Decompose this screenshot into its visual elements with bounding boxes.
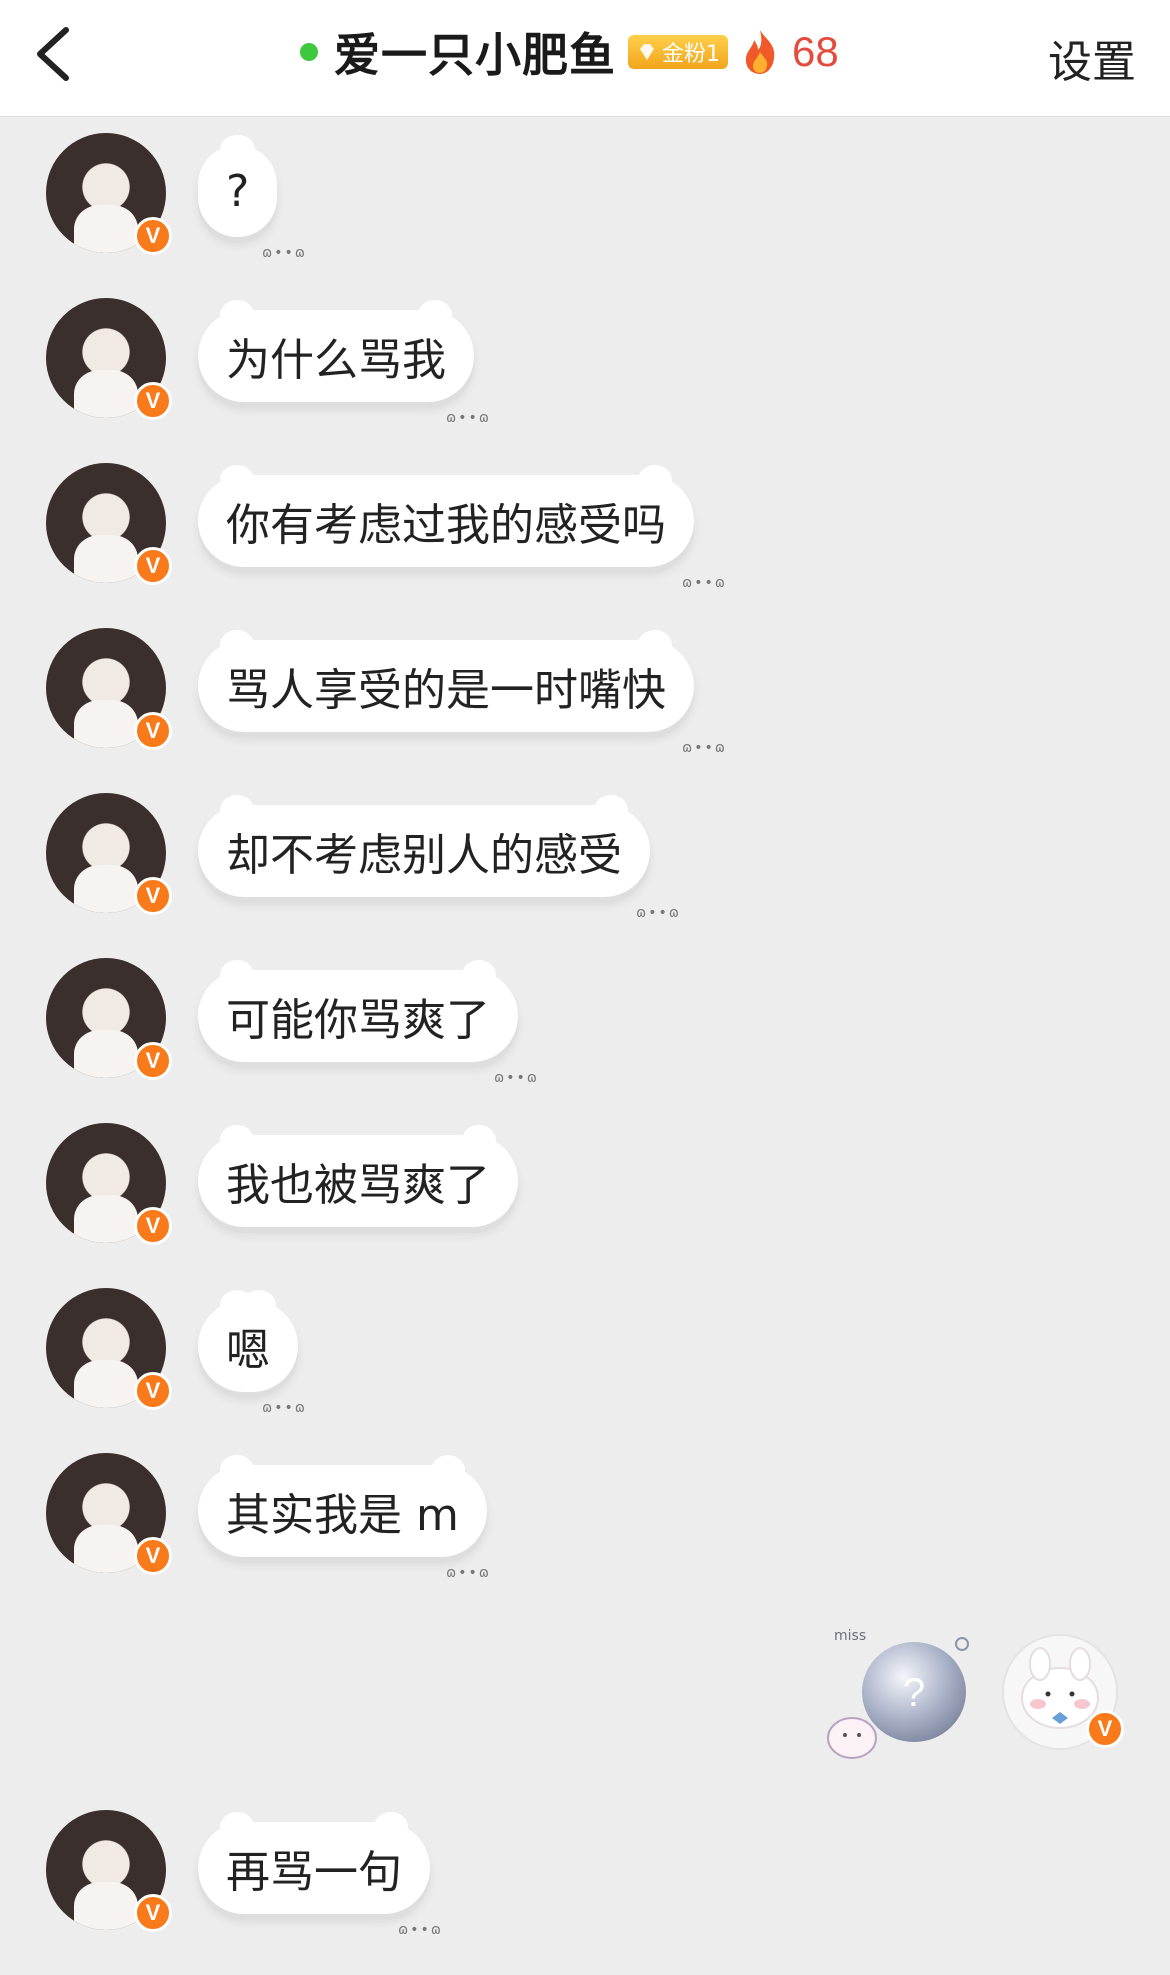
- verified-badge-icon: V: [134, 1894, 172, 1932]
- verified-badge-icon: V: [1086, 1710, 1124, 1748]
- verified-badge-icon: V: [134, 1207, 172, 1245]
- bubble-deco-icon: ɷ••ɷ: [262, 1400, 307, 1416]
- bubble-deco-icon: ɷ••ɷ: [446, 410, 491, 426]
- avatar[interactable]: V: [46, 133, 172, 255]
- back-arrow-icon[interactable]: [30, 22, 80, 86]
- message-bubble[interactable]: ?: [198, 135, 278, 237]
- message-bubble[interactable]: 骂人享受的是一时嘴快: [198, 630, 694, 732]
- verified-badge-icon: V: [134, 712, 172, 750]
- fire-icon: [745, 30, 775, 74]
- avatar[interactable]: V: [46, 298, 172, 420]
- title-group: 爱一只小肥鱼 金粉1 68: [300, 0, 839, 104]
- my-avatar[interactable]: V: [1002, 1634, 1124, 1750]
- fan-badge-label: 金粉1: [662, 42, 720, 67]
- online-status-dot: [300, 43, 318, 61]
- avatar[interactable]: V: [46, 1123, 172, 1245]
- message-bubble[interactable]: 可能你骂爽了: [198, 960, 518, 1062]
- verified-badge-icon: V: [134, 547, 172, 585]
- verified-badge-icon: V: [134, 1042, 172, 1080]
- chat-title[interactable]: 爱一只小肥鱼: [334, 19, 616, 85]
- bubble-deco-icon: ɷ••ɷ: [636, 905, 681, 921]
- sticker-image[interactable]: ? miss: [822, 1620, 982, 1770]
- chat-header: 爱一只小肥鱼 金粉1 68 设置: [0, 0, 1170, 117]
- bubble-deco-icon: ɷ••ɷ: [682, 740, 727, 756]
- gem-icon: [640, 44, 654, 60]
- message-bubble[interactable]: 嗯: [198, 1290, 298, 1392]
- message-bubble[interactable]: 再骂一句: [198, 1812, 430, 1914]
- fire-count: 68: [792, 28, 839, 75]
- message-bubble[interactable]: 却不考虑别人的感受: [198, 795, 650, 897]
- bubble-deco-icon: ɷ••ɷ: [494, 1070, 539, 1086]
- svg-text:?: ?: [903, 1671, 925, 1715]
- settings-button[interactable]: 设置: [1048, 26, 1136, 90]
- message-bubble[interactable]: 其实我是 m: [198, 1455, 487, 1557]
- verified-badge-icon: V: [134, 1372, 172, 1410]
- verified-badge-icon: V: [134, 1537, 172, 1575]
- fan-badge[interactable]: 金粉1: [628, 35, 728, 69]
- bubble-deco-icon: ɷ••ɷ: [262, 245, 307, 261]
- svg-text:miss: miss: [834, 1628, 866, 1644]
- avatar[interactable]: V: [46, 463, 172, 585]
- avatar[interactable]: V: [46, 958, 172, 1080]
- message-bubble[interactable]: 我也被骂爽了: [198, 1125, 518, 1227]
- bubble-deco-icon: ɷ••ɷ: [398, 1922, 443, 1938]
- verified-badge-icon: V: [134, 877, 172, 915]
- avatar[interactable]: V: [46, 1453, 172, 1575]
- avatar[interactable]: V: [46, 628, 172, 750]
- bubble-deco-icon: ɷ••ɷ: [446, 1565, 491, 1581]
- avatar[interactable]: V: [46, 793, 172, 915]
- verified-badge-icon: V: [134, 217, 172, 255]
- message-bubble[interactable]: 你有考虑过我的感受吗: [198, 465, 694, 567]
- message-bubble[interactable]: 为什么骂我: [198, 300, 474, 402]
- verified-badge-icon: V: [134, 382, 172, 420]
- bubble-deco-icon: ɷ••ɷ: [682, 575, 727, 591]
- avatar[interactable]: V: [46, 1810, 172, 1932]
- avatar[interactable]: V: [46, 1288, 172, 1410]
